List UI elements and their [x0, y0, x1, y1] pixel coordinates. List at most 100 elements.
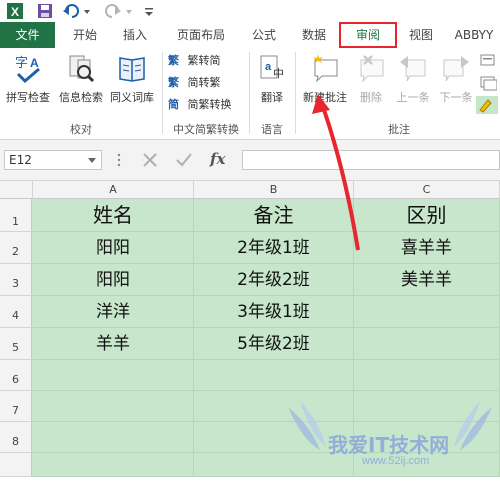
cell-a9[interactable]	[33, 453, 194, 477]
tab-abbyy[interactable]: ABBYY	[448, 22, 500, 48]
simp-trad-convert-button[interactable]: 简 简繁转换	[168, 96, 232, 114]
cancel-icon[interactable]	[140, 151, 160, 173]
spell-check-label: 拼写检查	[6, 91, 50, 104]
tab-review[interactable]: 审阅	[339, 22, 397, 48]
proofing-group-label: 校对	[70, 123, 92, 136]
delete-comment-icon	[352, 52, 390, 87]
row-header-6[interactable]: 6	[0, 360, 32, 391]
cell-a6[interactable]	[33, 360, 194, 391]
cell-a7[interactable]	[33, 391, 194, 422]
tab-home[interactable]: 开始	[64, 22, 106, 48]
svg-text:中: 中	[273, 67, 284, 80]
next-comment-button[interactable]: 下一条	[435, 52, 477, 105]
column-header-c[interactable]: C	[354, 181, 500, 199]
cell-a5[interactable]: 羊羊	[33, 328, 194, 360]
show-comment-icon[interactable]	[479, 52, 499, 70]
group-divider	[162, 52, 163, 134]
name-box[interactable]: E12	[4, 150, 102, 170]
comments-group-label: 批注	[388, 123, 410, 136]
select-all-corner[interactable]	[0, 181, 33, 199]
thesaurus-button[interactable]: 同义词库	[106, 52, 158, 105]
ribbon-review: 字A 拼写检查 信息检索 同义词库 校对 繁 繁转简 繁 简转繁 简 简繁转换 …	[0, 48, 500, 140]
next-comment-label: 下一条	[439, 91, 473, 104]
next-arrow-icon	[435, 52, 477, 87]
translate-button[interactable]: a中 翻译	[252, 52, 292, 105]
cell-c9[interactable]	[354, 453, 500, 477]
delete-comment-button[interactable]: 删除	[352, 52, 390, 105]
cell-a2[interactable]: 阳阳	[33, 232, 194, 264]
row-header-3[interactable]: 3	[0, 264, 32, 296]
save-icon[interactable]	[36, 2, 54, 20]
ribbon-tab-bar: 文件 开始 插入 页面布局 公式 数据 审阅 视图 ABBYY	[0, 22, 500, 49]
row-header-1[interactable]: 1	[0, 199, 32, 232]
cell-b5[interactable]: 5年级2班	[194, 328, 354, 360]
chinese-group-label: 中文简繁转换	[173, 123, 239, 136]
cell-c6[interactable]	[354, 360, 500, 391]
row-header-7[interactable]: 7	[0, 391, 32, 422]
cell-b3[interactable]: 2年级2班	[194, 264, 354, 296]
customize-qat-icon[interactable]	[143, 2, 155, 20]
svg-text:a: a	[265, 61, 272, 73]
svg-text:X: X	[11, 5, 19, 19]
trad-to-simp-button[interactable]: 繁 繁转简	[168, 52, 221, 70]
delete-comment-label: 删除	[360, 91, 382, 104]
cell-c7[interactable]	[354, 391, 500, 422]
previous-comment-label: 上一条	[396, 91, 430, 104]
cell-c2[interactable]: 喜羊羊	[354, 232, 500, 264]
cell-b9[interactable]	[194, 453, 354, 477]
cell-b2[interactable]: 2年级1班	[194, 232, 354, 264]
cell-b8[interactable]	[194, 422, 354, 453]
row-header-5[interactable]: 5	[0, 328, 32, 360]
formula-input[interactable]	[242, 150, 500, 170]
tab-formulas[interactable]: 公式	[243, 22, 285, 48]
simp-trad-convert-icon: 简	[168, 98, 179, 111]
new-comment-label: 新建批注	[303, 91, 347, 104]
cell-c5[interactable]	[354, 328, 500, 360]
insert-function-icon[interactable]: fx	[210, 150, 225, 168]
row-header-2[interactable]: 2	[0, 232, 32, 264]
cell-b6[interactable]	[194, 360, 354, 391]
svg-text:A: A	[30, 56, 39, 70]
research-button[interactable]: 信息检索	[55, 52, 107, 105]
worksheet-grid: A B C 1 2 3 4 5 6 7 8 姓名 备注 区别 阳阳 2年级1班 …	[0, 181, 500, 477]
column-header-b[interactable]: B	[194, 181, 354, 199]
simp-trad-convert-label: 简繁转换	[187, 98, 232, 111]
undo-icon[interactable]	[62, 2, 92, 20]
tab-view[interactable]: 视图	[400, 22, 442, 48]
cell-b4[interactable]: 3年级1班	[194, 296, 354, 328]
cell-c4[interactable]	[354, 296, 500, 328]
cell-c8[interactable]	[354, 422, 500, 453]
cell-b7[interactable]	[194, 391, 354, 422]
tab-file[interactable]: 文件	[0, 22, 55, 48]
previous-comment-button[interactable]: 上一条	[392, 52, 434, 105]
cell-c1[interactable]: 区别	[354, 199, 500, 232]
row-header-9[interactable]	[0, 453, 32, 477]
row-header-8[interactable]: 8	[0, 422, 32, 453]
simp-to-trad-button[interactable]: 繁 简转繁	[168, 74, 221, 92]
formula-buttons: fx	[134, 150, 238, 170]
cell-a8[interactable]	[33, 422, 194, 453]
cell-a3[interactable]: 阳阳	[33, 264, 194, 296]
show-ink-icon[interactable]	[476, 96, 498, 114]
cell-a1[interactable]: 姓名	[33, 199, 194, 232]
formula-bar-grip-icon	[116, 152, 122, 172]
enter-icon[interactable]	[174, 151, 194, 173]
new-comment-icon	[299, 52, 351, 87]
new-comment-button[interactable]: 新建批注	[299, 52, 351, 105]
row-header-4[interactable]: 4	[0, 296, 32, 328]
show-all-comments-icon[interactable]	[479, 74, 499, 92]
spell-check-button[interactable]: 字A 拼写检查	[2, 52, 54, 105]
name-box-dropdown-icon[interactable]	[87, 151, 97, 174]
tab-data[interactable]: 数据	[293, 22, 335, 48]
tab-page-layout[interactable]: 页面布局	[168, 22, 234, 48]
cell-c3[interactable]: 美羊羊	[354, 264, 500, 296]
cell-a4[interactable]: 洋洋	[33, 296, 194, 328]
redo-icon[interactable]	[104, 2, 134, 20]
quick-access-toolbar: X	[0, 0, 500, 22]
tab-insert[interactable]: 插入	[114, 22, 156, 48]
column-header-a[interactable]: A	[33, 181, 194, 199]
name-box-value: E12	[9, 153, 32, 167]
cell-b1[interactable]: 备注	[194, 199, 354, 232]
svg-text:字: 字	[15, 56, 28, 71]
previous-arrow-icon	[392, 52, 434, 87]
